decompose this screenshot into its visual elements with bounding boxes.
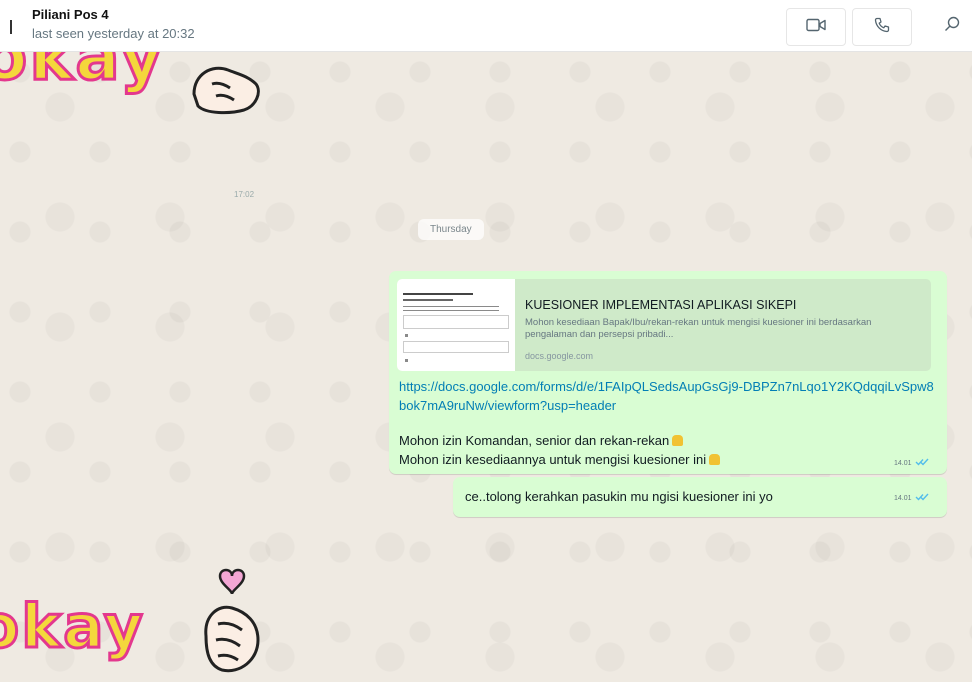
message-time: 14.01 (894, 494, 912, 502)
message-meta: 14.01 (894, 458, 929, 468)
finger-heart-icon (204, 568, 260, 673)
message-meta: 14.01 (894, 493, 929, 503)
finger-heart-icon (192, 66, 260, 115)
voice-call-button[interactable] (852, 8, 912, 46)
voice-call-icon (874, 17, 890, 38)
message-link[interactable]: https://docs.google.com/forms/d/e/1FAIpQ… (399, 377, 939, 415)
link-preview-domain: docs.google.com (525, 351, 594, 361)
back-indicator[interactable] (10, 20, 12, 34)
video-call-icon (806, 18, 826, 37)
outgoing-message[interactable]: KUESIONER IMPLEMENTASI APLIKASI SIKEPI M… (389, 271, 947, 474)
okay-sticker-top[interactable]: okay (0, 52, 280, 120)
outgoing-message[interactable]: ce..tolong kerahkan pasukin mu ngisi kue… (453, 477, 947, 517)
read-receipt-icon (915, 458, 929, 468)
okay-sticker-bottom[interactable]: okay (0, 566, 280, 682)
message-line-1: Mohon izin Komandan, senior dan rekan-re… (399, 433, 670, 448)
sticker-timestamp: 17:02 (234, 190, 255, 199)
link-preview-card[interactable]: KUESIONER IMPLEMENTASI APLIKASI SIKEPI M… (397, 279, 931, 371)
link-preview-thumbnail (397, 279, 515, 371)
last-seen-status: last seen yesterday at 20:32 (32, 26, 195, 41)
message-time: 14.01 (894, 459, 912, 467)
praying-hands-emoji-icon (672, 435, 684, 446)
date-divider: Thursday (418, 219, 484, 240)
read-receipt-icon (915, 493, 929, 503)
link-preview-description: Mohon kesediaan Bapak/Ibu/rekan-rekan un… (525, 317, 872, 340)
sticker-text: okay (0, 591, 145, 664)
video-call-button[interactable] (786, 8, 846, 46)
search-icon (944, 16, 960, 37)
message-line-2: Mohon izin kesediaannya untuk mengisi ku… (399, 452, 707, 467)
search-button[interactable] (937, 12, 967, 40)
praying-hands-emoji-icon (709, 454, 721, 465)
link-preview-title: KUESIONER IMPLEMENTASI APLIKASI SIKEPI (525, 298, 797, 312)
sticker-text: okay (0, 52, 165, 97)
message-text: Mohon izin Komandan, senior dan rekan-re… (399, 431, 721, 469)
chat-header: Piliani Pos 4 last seen yesterday at 20:… (0, 0, 972, 52)
message-text: ce..tolong kerahkan pasukin mu ngisi kue… (465, 489, 773, 504)
contact-name[interactable]: Piliani Pos 4 (32, 7, 109, 22)
